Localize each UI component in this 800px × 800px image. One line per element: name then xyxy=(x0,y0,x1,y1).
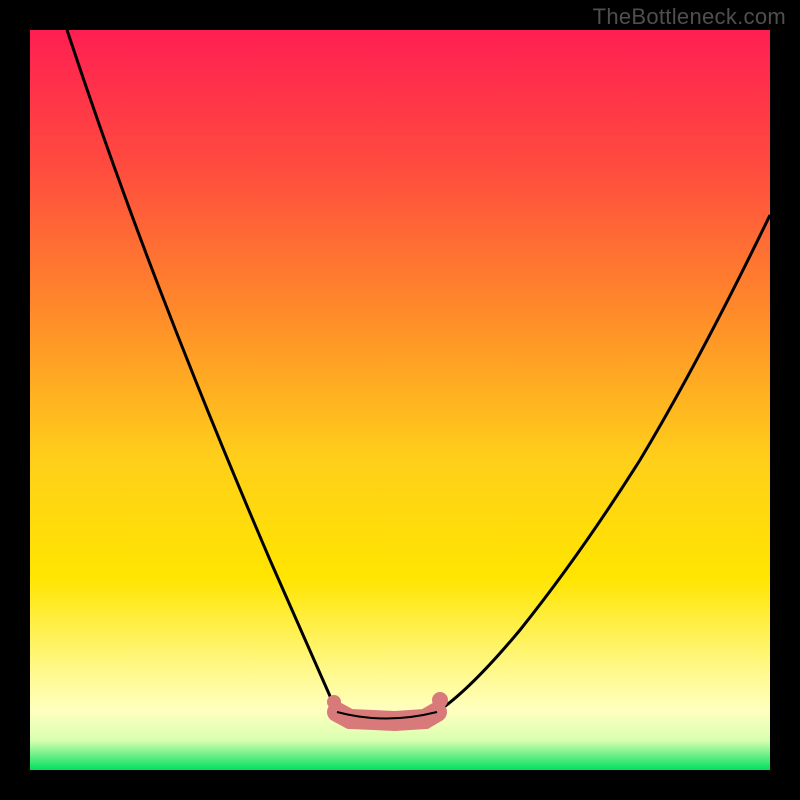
chart-stage: TheBottleneck.com xyxy=(0,0,800,800)
plot-background xyxy=(30,30,770,770)
watermark-text: TheBottleneck.com xyxy=(593,4,786,30)
chart-svg xyxy=(0,0,800,800)
floor-start-dot xyxy=(327,695,341,709)
floor-marker xyxy=(337,712,437,721)
floor-end-dot xyxy=(432,692,448,708)
